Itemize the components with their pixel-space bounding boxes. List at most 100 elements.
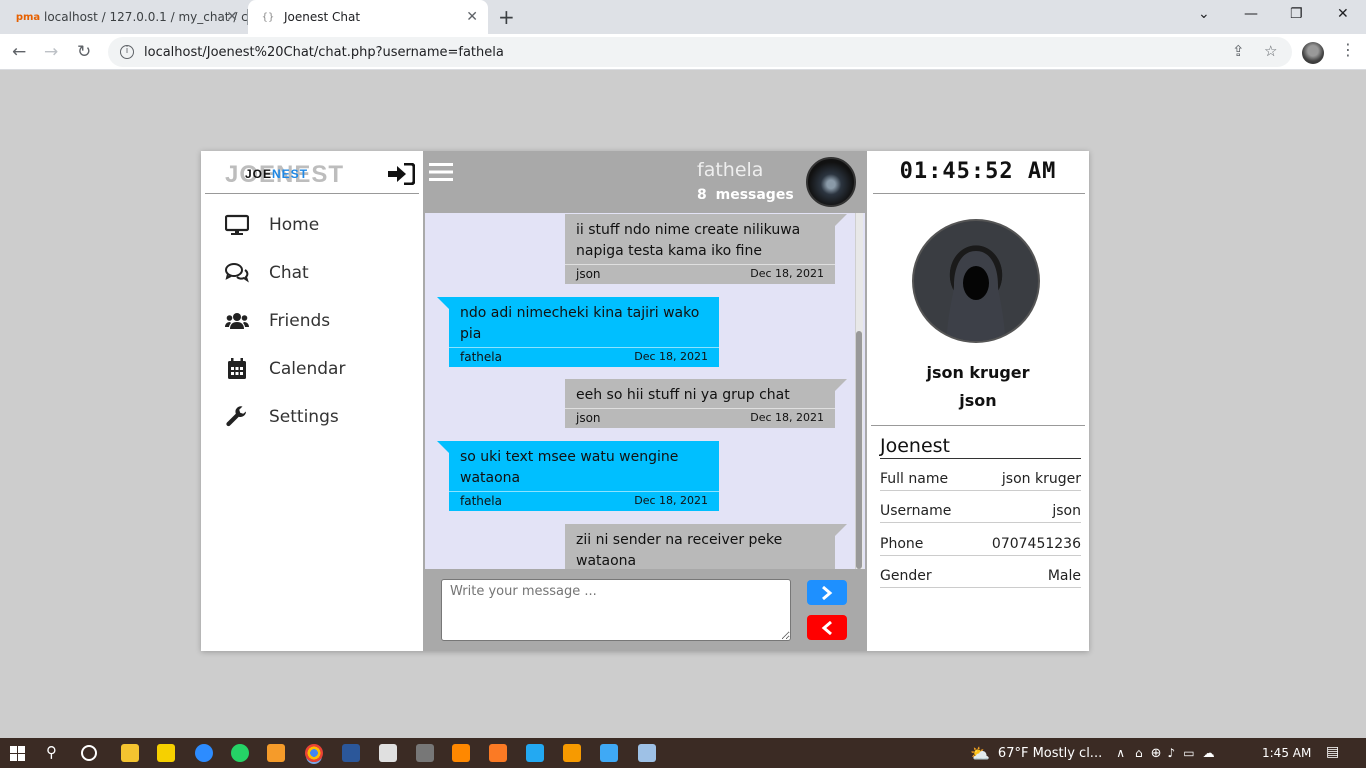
info-value: json xyxy=(1052,503,1081,519)
sidebar-item-settings[interactable]: Settings xyxy=(225,402,339,432)
chat-app-card: JOENEST JOENEST Home Chat Friends Calend… xyxy=(201,151,1089,651)
sidebar-item-label: Home xyxy=(269,215,320,235)
back-arrow-icon[interactable]: ← xyxy=(12,42,26,62)
search-icon[interactable]: ⚲ xyxy=(46,743,57,761)
new-tab-button[interactable]: + xyxy=(498,5,515,29)
message-meta: fathela Dec 18, 2021 xyxy=(449,491,719,511)
message-count: 8 messages xyxy=(697,187,794,203)
paint-icon[interactable] xyxy=(379,744,397,762)
sidebar-item-friends[interactable]: Friends xyxy=(225,306,330,336)
browser-tab-phpmyadmin[interactable]: pma localhost / 127.0.0.1 / my_chat / c … xyxy=(0,0,248,34)
message-composer xyxy=(423,569,867,651)
close-tab-icon[interactable]: ✕ xyxy=(226,9,238,25)
scrollbar-thumb[interactable] xyxy=(856,331,862,569)
game-icon[interactable] xyxy=(416,744,434,762)
sidebar-item-label: Calendar xyxy=(269,359,346,379)
xampp-icon[interactable] xyxy=(489,744,507,762)
zoom-icon[interactable] xyxy=(195,744,213,762)
taskbar-clock[interactable]: 1:45 AM xyxy=(1262,746,1311,760)
vlc-icon[interactable] xyxy=(452,744,470,762)
chevron-left-icon xyxy=(821,620,832,635)
message-bubble-incoming: ndo adi nimecheki kina tajiri wako pia f… xyxy=(437,297,719,367)
logout-icon[interactable] xyxy=(387,163,415,185)
app-icon[interactable] xyxy=(267,744,285,762)
chrome-icon[interactable] xyxy=(305,744,323,762)
message-meta: fathela Dec 18, 2021 xyxy=(449,347,719,367)
sidebar-item-calendar[interactable]: Calendar xyxy=(225,354,345,384)
reload-icon[interactable]: ↻ xyxy=(77,42,91,62)
sidebar-item-home[interactable]: Home xyxy=(225,210,319,240)
back-button[interactable] xyxy=(807,615,847,640)
message-date: Dec 18, 2021 xyxy=(750,411,824,424)
message-date: Dec 18, 2021 xyxy=(750,267,824,280)
info-label: Full name xyxy=(880,471,949,487)
chat-contact-name: fathela xyxy=(697,159,764,181)
sidebar: JOENEST JOENEST Home Chat Friends Calend… xyxy=(201,151,423,651)
message-sender: json xyxy=(576,267,601,281)
notifications-icon[interactable]: ▤ xyxy=(1326,744,1339,760)
browser-menu-icon[interactable]: ⋮ xyxy=(1340,40,1356,59)
close-tab-icon[interactable]: ✕ xyxy=(466,9,478,25)
message-text: ndo adi nimecheki kina tajiri wako pia xyxy=(460,305,700,342)
sidebar-item-label: Chat xyxy=(269,263,309,283)
sublime-icon[interactable] xyxy=(563,744,581,762)
battery-icon[interactable]: ▭ xyxy=(1183,746,1194,760)
monitor-icon xyxy=(225,214,249,235)
message-date: Dec 18, 2021 xyxy=(634,350,708,363)
info-label: Username xyxy=(880,503,952,519)
cortana-icon[interactable] xyxy=(81,745,97,761)
message-text: ii stuff ndo nime create nilikuwa napiga… xyxy=(576,222,801,259)
weather-icon[interactable]: ⛅ xyxy=(970,744,990,763)
message-list[interactable]: ii stuff ndo nime create nilikuwa napiga… xyxy=(425,213,865,569)
chevron-right-icon xyxy=(822,585,833,600)
message-input[interactable] xyxy=(441,579,791,641)
contact-avatar xyxy=(806,157,856,207)
tab-search-icon[interactable]: ⌄ xyxy=(1198,6,1210,22)
message-sender: fathela xyxy=(460,350,502,364)
vscode-icon[interactable] xyxy=(526,744,544,762)
message-text: eeh so hii stuff ni ya grup chat xyxy=(576,387,790,403)
close-window-button[interactable]: ✕ xyxy=(1337,6,1349,22)
restore-button[interactable]: ❐ xyxy=(1290,6,1303,22)
system-tray: ⛅ 67°F Mostly cl... ∧ ⌂ ⊕ ♪ ▭ ☁ xyxy=(970,738,1215,768)
info-row-gender: Gender Male xyxy=(880,568,1081,588)
sticky-notes-icon[interactable] xyxy=(157,744,175,762)
whatsapp-icon[interactable] xyxy=(231,744,249,762)
share-icon[interactable]: ⇪ xyxy=(1232,42,1245,60)
volume-icon[interactable]: ♪ xyxy=(1168,746,1176,760)
url-field[interactable]: i localhost/Joenest%20Chat/chat.php?user… xyxy=(108,37,1292,67)
send-button[interactable] xyxy=(807,580,847,605)
chat-panel: fathela 8 messages ii stuff ndo nime cre… xyxy=(423,151,867,651)
address-bar-row: ← → ↻ i localhost/Joenest%20Chat/chat.ph… xyxy=(0,34,1366,70)
network-icon[interactable]: ⌂ xyxy=(1135,746,1143,760)
bookmark-star-icon[interactable]: ☆ xyxy=(1264,42,1277,60)
tab-title: Joenest Chat xyxy=(284,10,361,24)
sidebar-item-chat[interactable]: Chat xyxy=(225,258,309,288)
info-section-title: Joenest xyxy=(880,435,1081,459)
app-icon[interactable] xyxy=(600,744,618,762)
url-text: localhost/Joenest%20Chat/chat.php?userna… xyxy=(144,44,504,60)
digital-clock: 01:45:52 AM xyxy=(899,159,1057,184)
message-sender: fathela xyxy=(460,494,502,508)
windows-start-icon[interactable] xyxy=(10,746,25,761)
onedrive-icon[interactable]: ☁ xyxy=(1203,746,1215,760)
weather-text[interactable]: 67°F Mostly cl... xyxy=(998,746,1102,761)
tray-chevron-icon[interactable]: ∧ xyxy=(1116,746,1125,760)
phpmyadmin-icon: pma xyxy=(15,11,41,23)
profile-avatar-icon[interactable] xyxy=(1302,42,1324,64)
browser-tab-joenest[interactable]: {} Joenest Chat ✕ xyxy=(248,0,488,34)
hamburger-menu-icon[interactable] xyxy=(429,163,453,181)
minimize-button[interactable]: — xyxy=(1244,6,1258,22)
profile-username: json xyxy=(959,391,997,410)
info-value: Male xyxy=(1047,568,1081,584)
wrench-icon xyxy=(226,406,246,427)
forward-arrow-icon[interactable]: → xyxy=(44,42,58,62)
chat-header: fathela 8 messages xyxy=(423,151,867,213)
message-date: Dec 18, 2021 xyxy=(634,494,708,507)
language-icon[interactable]: ⊕ xyxy=(1151,746,1162,761)
notepad-icon[interactable] xyxy=(638,744,656,762)
site-info-icon[interactable]: i xyxy=(120,45,134,59)
profile-panel: 01:45:52 AM json kruger json Joenest Ful… xyxy=(867,151,1089,651)
word-icon[interactable] xyxy=(342,744,360,762)
file-explorer-icon[interactable] xyxy=(121,744,139,762)
